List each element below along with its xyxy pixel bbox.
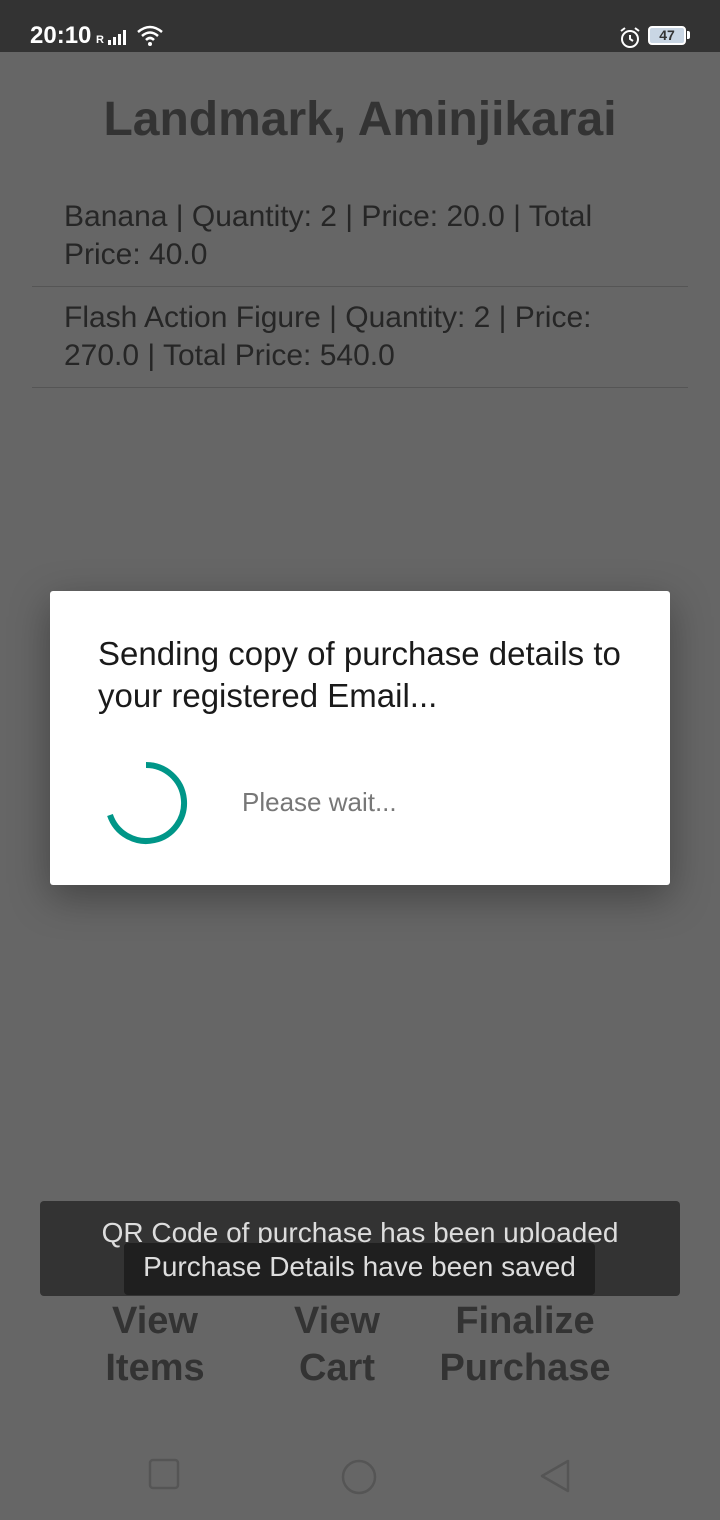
view-items-button[interactable]: View Items [80, 1298, 230, 1392]
cart-list: Banana | Quantity: 2 | Price: 20.0 | Tot… [32, 190, 688, 388]
signal-label: R [96, 34, 104, 46]
finalize-purchase-button[interactable]: Finalize Purchase [420, 1298, 630, 1392]
progress-dialog: Sending copy of purchase details to your… [50, 591, 670, 885]
loading-spinner-icon [107, 762, 188, 844]
list-item[interactable]: Flash Action Figure | Quantity: 2 | Pric… [32, 287, 688, 388]
list-item[interactable]: Banana | Quantity: 2 | Price: 20.0 | Tot… [32, 190, 688, 287]
page-title: Landmark, Aminjikarai [103, 93, 617, 146]
status-time: 20:10 [30, 22, 92, 49]
signal-icon: R [96, 30, 126, 46]
toast-details-saved: Purchase Details have been saved [124, 1243, 595, 1295]
alarm-icon [620, 27, 640, 48]
status-bar: 20:10 R 47 [0, 0, 720, 52]
battery-level: 47 [659, 27, 675, 43]
battery-icon: 47 [648, 26, 686, 45]
back-triangle-icon[interactable] [538, 1458, 574, 1494]
view-cart-button[interactable]: View Cart [262, 1298, 412, 1392]
dialog-message: Please wait... [242, 787, 397, 817]
recents-square-icon[interactable] [148, 1458, 180, 1490]
home-circle-icon[interactable] [340, 1458, 378, 1496]
dialog-title: Sending copy of purchase details to your… [98, 635, 621, 714]
battery-tip [687, 31, 690, 39]
wifi-icon [137, 25, 163, 46]
system-nav-bar [0, 1430, 720, 1520]
